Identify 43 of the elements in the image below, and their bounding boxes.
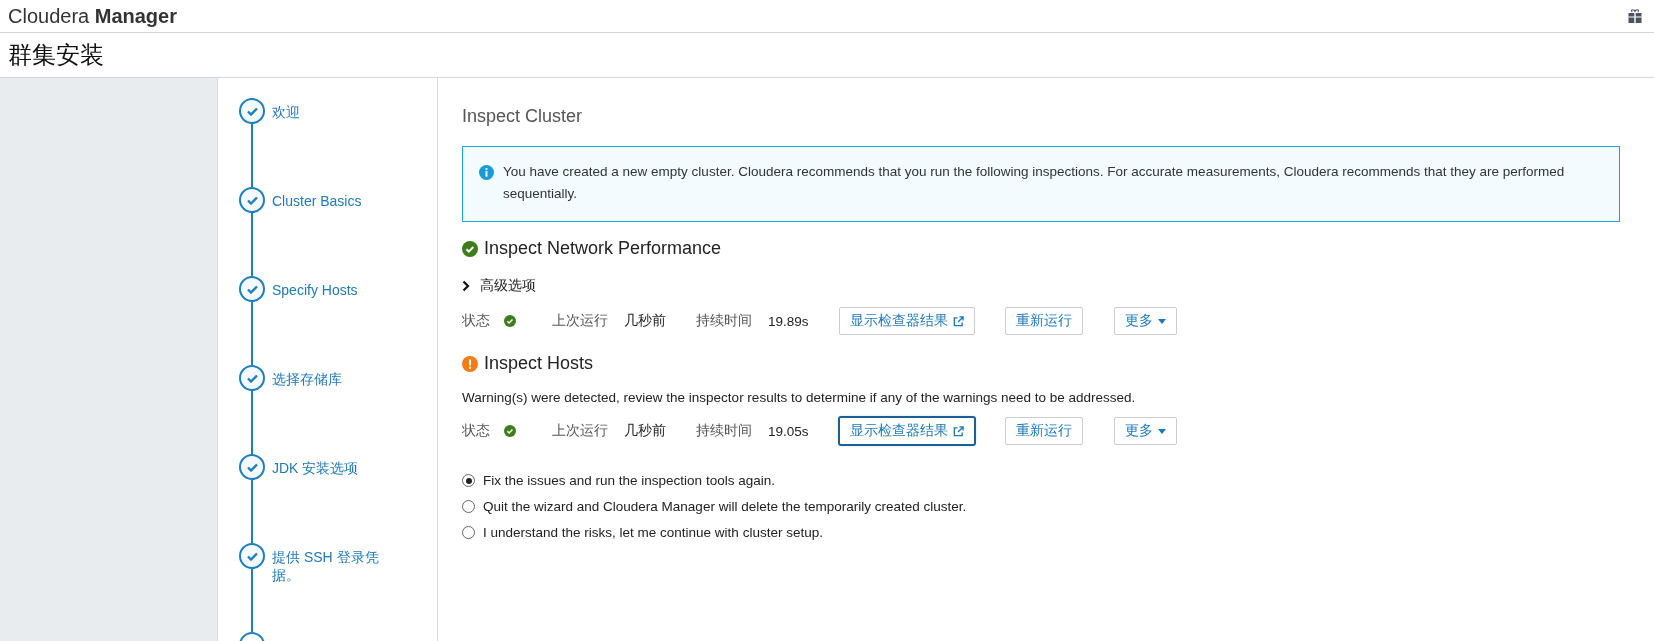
inspection-title: Inspect Hosts	[484, 353, 594, 374]
page-title: 群集安装	[8, 40, 104, 70]
external-link-icon	[952, 425, 964, 437]
external-link-icon	[952, 315, 964, 327]
action-button[interactable]: 重新运行	[1004, 307, 1083, 335]
section-title: Inspect Cluster	[462, 106, 584, 127]
chevron-right-icon[interactable]	[462, 280, 470, 292]
duration-value: 19.05s	[768, 423, 809, 439]
advanced-options-toggle[interactable]: 高级选项	[480, 277, 536, 295]
caret-icon	[1157, 318, 1166, 324]
duration-label: 持续时间	[696, 312, 752, 330]
wizard-step-link[interactable]: 欢迎	[272, 98, 392, 187]
last-run-label: 上次运行	[552, 312, 608, 330]
radio-button[interactable]	[462, 526, 475, 539]
radio-button[interactable]	[462, 474, 475, 487]
wizard-step-link[interactable]: JDK 安装选项	[272, 454, 392, 543]
radio-label: Quit the wizard and Cloudera Manager will delete the temporarily created cluster.	[483, 499, 967, 514]
radio-button[interactable]	[462, 500, 475, 513]
duration-value: 19.89s	[768, 313, 809, 329]
last-run-value: 几秒前	[624, 312, 666, 330]
wizard-step-link[interactable]: 选择存储库	[272, 365, 392, 454]
action-button[interactable]: 显示检查器结果	[838, 417, 975, 445]
wizard-step-link[interactable]: Cluster Basics	[272, 187, 392, 276]
last-run-value: 几秒前	[624, 422, 666, 440]
status-label: 状态	[462, 312, 490, 330]
duration-label: 持续时间	[696, 422, 752, 440]
warning-message: Warning(s) were detected, review the inspector results to determine if any of the warnings need to be addressed.	[462, 390, 1137, 405]
action-button[interactable]: 显示检查器结果	[838, 307, 975, 335]
more-dropdown-button[interactable]: 更多	[1113, 307, 1177, 335]
wizard-step-link[interactable]: Specify Hosts	[272, 276, 392, 365]
last-run-label: 上次运行	[552, 422, 608, 440]
action-button[interactable]: 重新运行	[1004, 417, 1083, 445]
gift-icon[interactable]	[1628, 9, 1642, 23]
status-label: 状态	[462, 422, 490, 440]
info-icon	[479, 165, 494, 180]
caret-icon	[1157, 428, 1166, 434]
wizard-step-link[interactable]: 提供 SSH 登录凭据。	[272, 543, 392, 632]
app-logo[interactable]: Cloudera Manager	[8, 4, 177, 28]
inspection-title: Inspect Network Performance	[484, 238, 722, 259]
more-dropdown-button[interactable]: 更多	[1113, 417, 1177, 445]
radio-label: Fix the issues and run the inspection tools again.	[483, 473, 775, 488]
info-text: You have created a new empty cluster. Cloudera recommends that you run the following inspections. For accurate measurements, Cloudera recommends that they are performed sequentially.	[503, 163, 1566, 203]
radio-label: I understand the risks, let me continue with cluster setup.	[483, 525, 823, 540]
